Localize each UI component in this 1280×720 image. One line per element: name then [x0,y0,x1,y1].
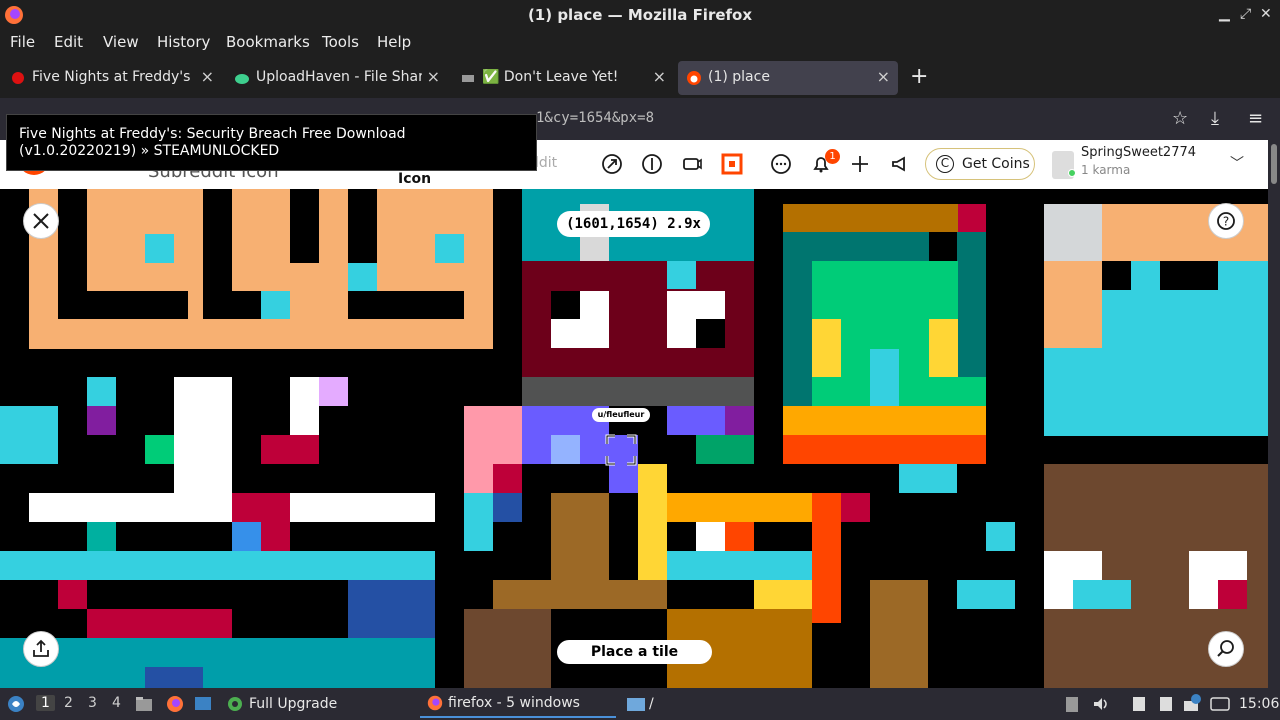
start-menu-icon[interactable] [6,694,26,714]
scrollbar-thumb[interactable] [1271,144,1277,184]
menu-history[interactable]: History [157,33,210,51]
place-icon[interactable] [721,153,743,175]
tab-close-icon[interactable]: × [877,67,890,86]
menu-edit[interactable]: Edit [54,33,83,51]
clipboard-icon[interactable] [1064,695,1080,713]
restore-icon[interactable]: ⤢ [1240,6,1251,22]
menu-file[interactable]: File [10,33,35,51]
icon-label-fragment: Icon [398,171,432,187]
tab-fnaf[interactable]: Five Nights at Freddy's: × [2,61,222,95]
menu-tools[interactable]: Tools [322,33,359,51]
tab-label: (1) place [708,69,770,85]
app-menu-icon[interactable]: ≡ [1248,108,1263,129]
desktop-icon[interactable] [194,695,212,713]
video-icon[interactable] [681,153,703,175]
tab-label: Five Nights at Freddy's: [32,69,192,85]
folder-icon [627,698,645,711]
get-coins-label: Get Coins [962,156,1030,172]
updates-icon[interactable] [1182,693,1202,713]
tab-label: UploadHaven - File Sharin [256,69,422,85]
system-taskbar: 1 2 3 4 Full Upgrade firefox - 5 windows… [0,688,1280,720]
popular-icon[interactable] [601,153,623,175]
menu-view[interactable]: View [103,33,139,51]
gear-icon [228,697,242,711]
tab-place[interactable]: (1) place × [678,61,898,95]
advertise-megaphone-icon[interactable] [889,153,911,175]
fnaf-favicon-icon [12,72,24,84]
full-upgrade-task[interactable]: Full Upgrade [249,696,337,712]
close-window-icon[interactable]: ✕ [1260,6,1272,22]
chat-icon[interactable] [770,153,792,175]
coordinates-display: (1601,1654) 2.9x [557,211,710,237]
menu-bookmarks[interactable]: Bookmarks [226,33,310,51]
artwork-orange-block [29,189,493,349]
keyboard-icon[interactable] [1210,696,1230,712]
tab-close-icon[interactable]: × [427,67,440,86]
firefox-window: (1) place — Mozilla Firefox ▁ ⤢ ✕ File E… [0,0,1280,720]
page-scrollbar[interactable] [1268,140,1280,688]
tab-tooltip: Five Nights at Freddy's: Security Breach… [6,114,537,171]
title-bar: (1) place — Mozilla Firefox ▁ ⤢ ✕ [0,0,1280,30]
create-post-icon[interactable] [849,153,871,175]
tab-dont-leave[interactable]: ✅ Don't Leave Yet! × [452,61,674,95]
search-icon [1217,640,1234,657]
artwork-green-block [783,204,986,464]
coins-icon[interactable] [641,153,663,175]
svg-text:?: ? [1223,215,1229,229]
window-title: (1) place — Mozilla Firefox [527,6,753,24]
help-icon: ? [1217,212,1235,230]
online-status-icon [1068,169,1076,177]
share-icon [33,639,49,657]
zoom-search-button[interactable] [1208,631,1244,667]
share-button[interactable] [23,631,59,667]
firefox-launcher-icon[interactable] [165,694,185,714]
tab-uploadhaven[interactable]: UploadHaven - File Sharin × [226,61,448,95]
clock: 15:06 [1239,696,1280,712]
coin-icon: C [936,155,954,173]
get-coins-button[interactable]: C Get Coins [925,148,1035,180]
workspace-3[interactable]: 3 [88,695,97,711]
workspace-1[interactable]: 1 [36,695,55,711]
menu-bar: File Edit View History Bookmarks Tools H… [0,30,1280,58]
volume-icon[interactable] [1092,695,1110,713]
close-icon [33,213,49,229]
tab-close-icon[interactable]: × [653,67,666,86]
notification-count-badge: 1 [825,149,840,164]
selection-reticle-icon [605,434,637,466]
menu-help[interactable]: Help [377,33,411,51]
workspace-4[interactable]: 4 [112,695,121,711]
cloud-favicon-icon [235,74,249,84]
reddit-favicon-icon [687,71,701,85]
place-tile-button[interactable]: Place a tile [557,640,712,664]
folder-path-task[interactable]: / [649,696,654,712]
document-icon[interactable] [1157,695,1175,713]
ad-favicon-icon [462,75,474,82]
firefox-taskbar-button[interactable]: firefox - 5 windows [420,690,616,718]
url-bar[interactable]: 1&cy=1654&px=8 [536,110,654,126]
firefox-task-label: firefox - 5 windows [448,695,580,711]
firefox-icon [427,695,443,711]
bookmark-star-icon[interactable]: ☆ [1172,108,1188,129]
pixel-owner-tag: u/fleufleur [592,408,650,422]
help-button[interactable]: ? [1208,203,1244,239]
tab-label: ✅ Don't Leave Yet! [482,69,619,85]
workspace-2[interactable]: 2 [64,695,73,711]
tab-strip: Five Nights at Freddy's: × UploadHaven -… [0,58,1280,98]
minimize-icon[interactable]: ▁ [1219,6,1230,22]
file-manager-icon[interactable] [135,695,153,713]
downloads-icon[interactable]: ⤓ [1211,108,1219,129]
close-canvas-button[interactable] [23,203,59,239]
tab-close-icon[interactable]: × [201,67,214,86]
new-tab-icon[interactable]: + [910,64,928,89]
karma-count: 1 karma [1081,163,1131,177]
chevron-down-icon: ﹀ [1230,156,1244,172]
notes-icon[interactable] [1130,695,1148,713]
username: SpringSweet2774 [1081,145,1197,160]
